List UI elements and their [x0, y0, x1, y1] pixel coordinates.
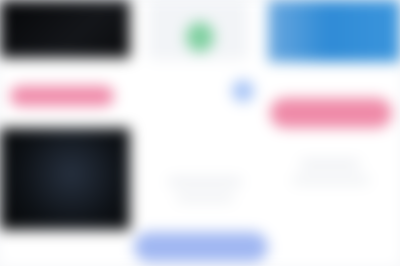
left-top-thumbnail[interactable] — [0, 0, 130, 58]
right-text-placeholder-1 — [300, 160, 360, 168]
left-pink-action-bar[interactable] — [10, 86, 114, 106]
center-text-placeholder-2 — [176, 194, 234, 202]
center-primary-button[interactable] — [134, 232, 268, 262]
right-banner-image[interactable] — [268, 0, 400, 62]
blurred-screen — [0, 0, 400, 266]
center-text-placeholder-1 — [168, 178, 242, 186]
left-bottom-thumbnail[interactable] — [0, 128, 130, 230]
right-text-placeholder-2 — [292, 176, 370, 184]
green-app-icon — [186, 22, 214, 52]
blue-status-dot-icon — [232, 80, 254, 102]
right-pink-action-button[interactable] — [270, 98, 392, 128]
